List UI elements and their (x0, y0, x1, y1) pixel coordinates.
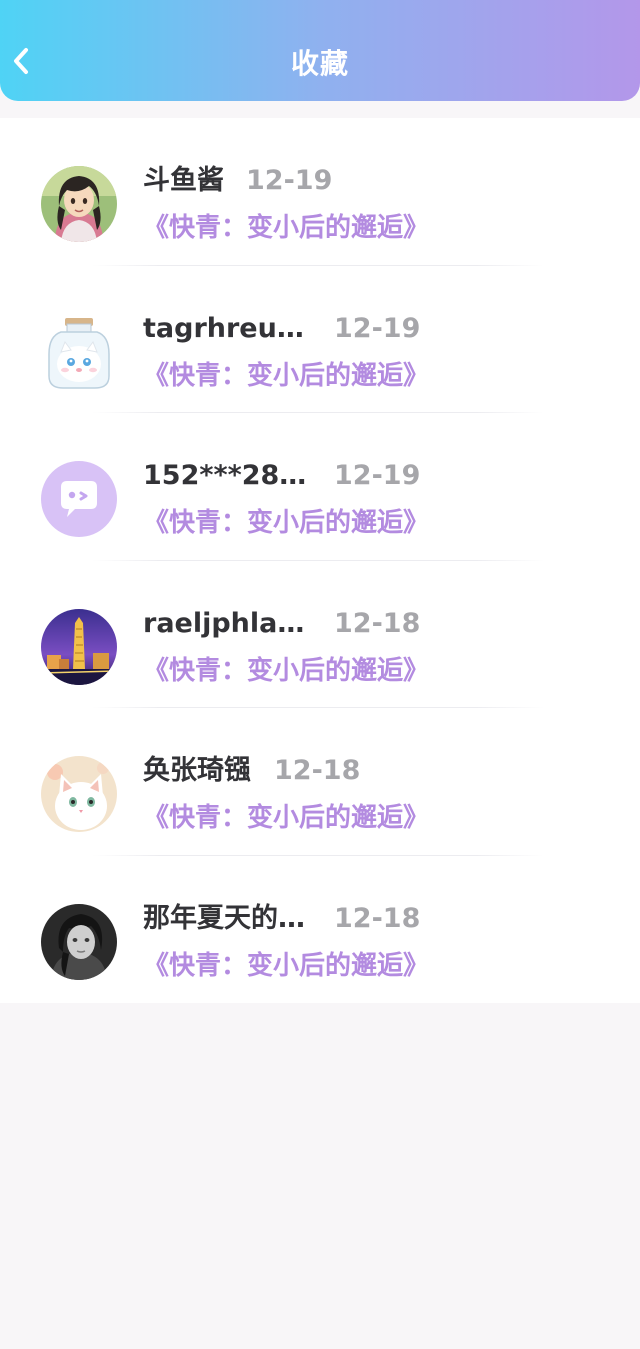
user-name: raeljphla… (143, 607, 305, 639)
cat-in-jar-avatar[interactable] (41, 314, 117, 390)
page-title: 收藏 (290, 47, 349, 80)
anime-girl-avatar[interactable] (41, 166, 117, 242)
book-title-link[interactable]: 《快青：变小后的邂逅》 (143, 799, 429, 837)
city-tower-night-avatar[interactable] (41, 608, 117, 685)
default-chat-avatar[interactable] (41, 461, 117, 537)
date-label: 12-19 (334, 460, 421, 491)
user-name: tagrhreu… (143, 312, 304, 344)
user-name: 那年夏天的… (143, 902, 305, 934)
date-label: 12-18 (274, 755, 361, 786)
book-title-link[interactable]: 《快青：变小后的邂逅》 (143, 504, 429, 542)
date-label: 12-18 (334, 607, 421, 639)
favorites-list: 斗鱼酱 12-19 《快青：变小后的邂逅》 tagrhreu… 12-19 《快… (0, 118, 640, 1003)
white-cat-avatar[interactable] (41, 756, 117, 832)
list-item[interactable]: 那年夏天的… 12-18 《快青：变小后的邂逅》 (0, 856, 640, 1004)
list-item[interactable]: 奂张琦镪 12-18 《快青：变小后的邂逅》 (0, 708, 640, 856)
list-item[interactable]: 152***28… 12-19 《快青：变小后的邂逅》 (0, 413, 640, 561)
date-label: 12-19 (334, 312, 421, 344)
book-title-link[interactable]: 《快青：变小后的邂逅》 (143, 357, 429, 395)
user-name: 奂张琦镪 (143, 755, 251, 786)
date-label: 12-18 (334, 902, 421, 934)
list-item[interactable]: raeljphla… 12-18 《快青：变小后的邂逅》 (0, 561, 640, 708)
user-name: 152***28… (143, 460, 307, 491)
book-title-link[interactable]: 《快青：变小后的邂逅》 (143, 209, 429, 247)
book-title-link[interactable]: 《快青：变小后的邂逅》 (143, 947, 429, 985)
user-name: 斗鱼酱 (143, 165, 224, 196)
book-title-link[interactable]: 《快青：变小后的邂逅》 (143, 652, 429, 690)
list-item[interactable]: 斗鱼酱 12-19 《快青：变小后的邂逅》 (0, 118, 640, 266)
date-label: 12-19 (246, 165, 333, 196)
bw-portrait-avatar[interactable] (41, 903, 117, 980)
list-item[interactable]: tagrhreu… 12-19 《快青：变小后的邂逅》 (0, 266, 640, 413)
top-bar: 收藏 (0, 0, 640, 101)
